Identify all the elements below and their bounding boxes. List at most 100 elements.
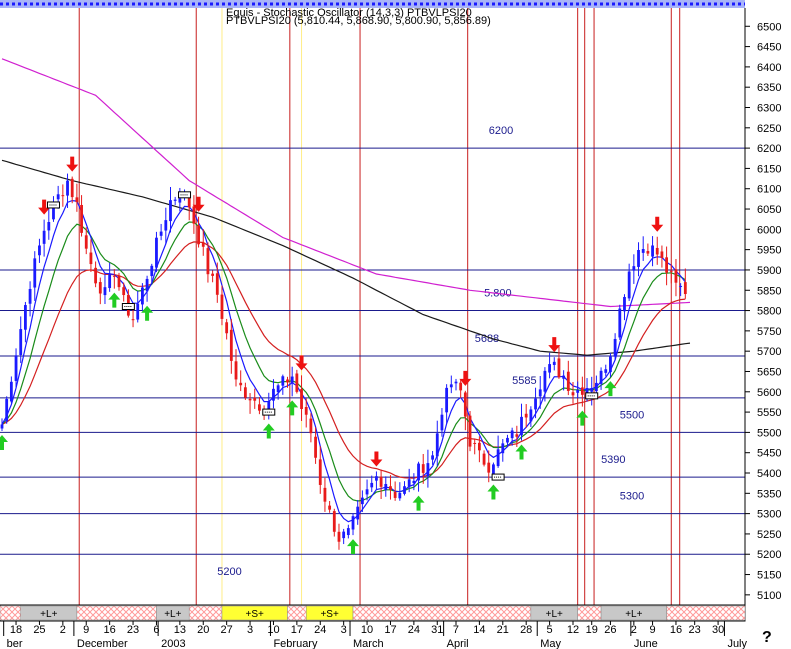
candle-body — [403, 486, 406, 494]
level-label: 5200 — [217, 566, 241, 578]
candle-body — [440, 414, 444, 431]
candle-body — [215, 273, 219, 295]
x-tick-label: 3 — [247, 624, 253, 636]
candle-body — [393, 491, 397, 498]
y-tick-label: 5550 — [757, 407, 781, 419]
candle-body — [300, 389, 303, 410]
y-tick-label: 5500 — [757, 427, 781, 439]
candle-body — [145, 278, 149, 292]
candle-body — [38, 245, 41, 256]
signal-band — [577, 605, 602, 621]
x-tick-label: 30 — [712, 624, 724, 636]
candle-body — [318, 459, 322, 485]
candle-body — [211, 273, 215, 276]
y-tick-label: 5750 — [757, 326, 781, 338]
candle-body — [641, 248, 645, 253]
candle-body — [70, 178, 74, 198]
candle-body — [328, 505, 332, 510]
candle-body — [665, 257, 669, 273]
candle-body — [276, 385, 280, 393]
signal-band-label: +S+ — [320, 609, 339, 620]
candle-body — [178, 198, 182, 203]
signal-band-label: +L+ — [40, 609, 57, 620]
candle-body — [538, 389, 542, 397]
signal-band — [188, 605, 223, 621]
y-tick-label: 6300 — [757, 103, 781, 115]
x-tick-label: 2 — [631, 624, 637, 636]
y-tick-label: 5800 — [757, 306, 781, 318]
candle-body — [679, 285, 683, 287]
x-tick-label: 17 — [384, 624, 396, 636]
x-tick-label: 3 — [341, 624, 347, 636]
candle-body — [28, 288, 32, 304]
candle-body — [618, 308, 622, 338]
candle-body — [487, 462, 491, 473]
candle-body — [141, 287, 144, 305]
candle-body — [5, 398, 9, 422]
candle-body — [534, 398, 537, 410]
y-tick-label: 5200 — [757, 549, 781, 561]
candle-body — [351, 516, 355, 530]
x-tick-label: 9 — [83, 624, 89, 636]
y-tick-label: 5700 — [757, 346, 781, 358]
month-label: April — [447, 638, 469, 649]
candle-body — [220, 294, 224, 319]
candle-body — [108, 274, 112, 289]
candle-body — [19, 329, 23, 356]
candle-body — [375, 476, 378, 481]
candle-body — [473, 442, 477, 444]
candle-body — [346, 528, 350, 536]
candle-body — [281, 376, 285, 386]
candle-body — [61, 195, 65, 197]
candle-body — [562, 375, 566, 379]
y-tick-label: 5450 — [757, 448, 781, 460]
y-tick-label: 5350 — [757, 488, 781, 500]
x-tick-label: 10 — [361, 624, 373, 636]
candle-body — [206, 248, 210, 275]
candle-body — [225, 322, 229, 334]
candle-body — [155, 237, 158, 268]
x-tick-label: 16 — [670, 624, 682, 636]
candle-body — [234, 361, 238, 380]
x-tick-label: 10 — [267, 624, 279, 636]
candle-body — [557, 358, 561, 378]
y-tick-label: 6450 — [757, 42, 781, 54]
candle-body — [445, 387, 449, 413]
candle-body — [594, 382, 598, 392]
candle-body — [632, 266, 636, 271]
level-label: 5390 — [601, 454, 625, 466]
candle-body — [192, 206, 196, 224]
month-label: ber — [7, 638, 23, 649]
candle-body — [356, 506, 360, 520]
candle-body — [164, 220, 168, 231]
month-label: June — [634, 638, 658, 649]
candle-body — [543, 370, 547, 392]
y-tick-label: 6250 — [757, 123, 781, 135]
x-tick-label: 17 — [291, 624, 303, 636]
x-tick-label: 27 — [221, 624, 233, 636]
candle-body — [360, 497, 364, 505]
signal-band-label: +S+ — [246, 609, 265, 620]
candle-body — [651, 245, 654, 257]
help-icon[interactable]: ? — [762, 629, 772, 646]
candle-body — [389, 486, 392, 490]
x-tick-label: 13 — [174, 624, 186, 636]
candle-body — [379, 476, 383, 487]
signal-band — [0, 605, 21, 621]
candle-body — [407, 479, 411, 487]
candle-body — [496, 449, 500, 467]
candle-body — [449, 384, 453, 388]
candle-body — [412, 480, 416, 484]
candle-body — [159, 231, 163, 236]
candle-body — [56, 194, 60, 200]
y-tick-label: 5150 — [757, 570, 781, 582]
candle-body — [98, 282, 102, 294]
candle-body — [9, 381, 13, 402]
candle-body — [571, 392, 575, 396]
candle-body — [253, 397, 257, 401]
signal-band-label: +L+ — [546, 609, 563, 620]
candle-body — [103, 287, 107, 296]
month-label: March — [353, 638, 384, 649]
y-tick-label: 6100 — [757, 184, 781, 196]
candle-body — [122, 287, 126, 296]
